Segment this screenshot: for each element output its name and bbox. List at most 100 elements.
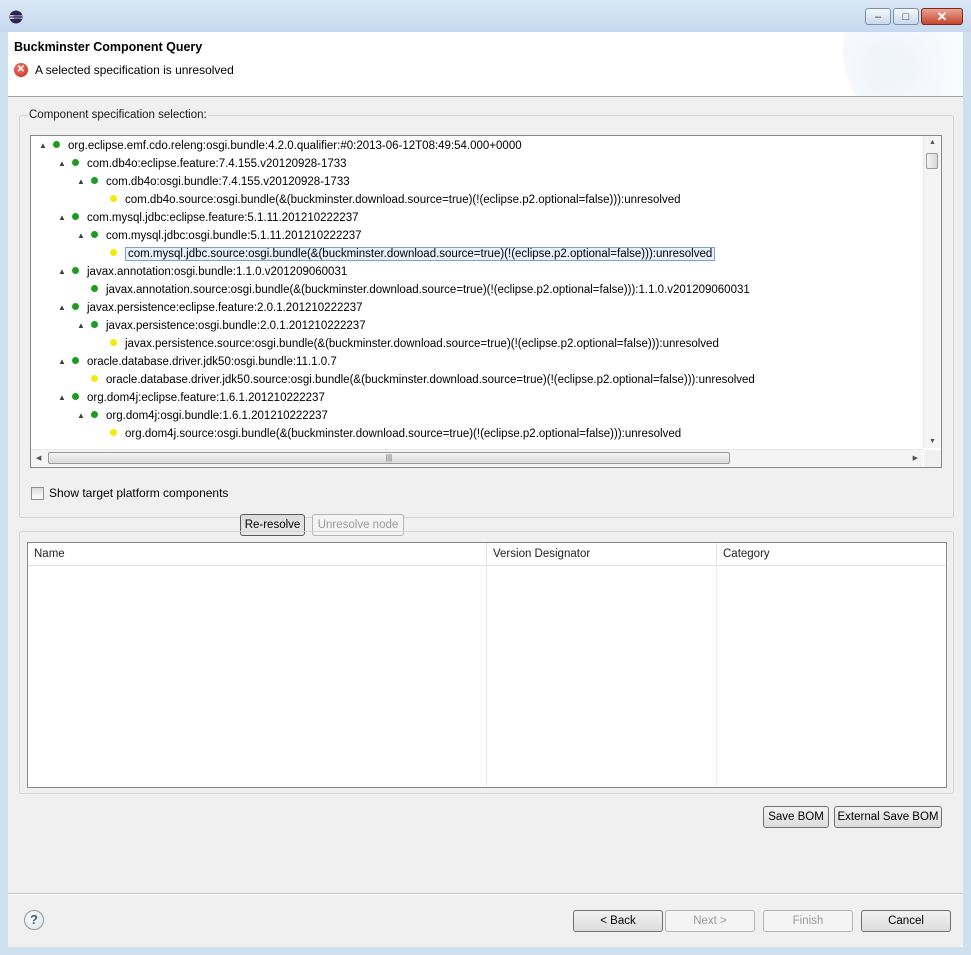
window-titlebar[interactable]: – □ ✕	[0, 0, 971, 32]
tree-node-label: com.mysql.jdbc:eclipse.feature:5.1.11.20…	[87, 212, 359, 224]
unresolved-status-icon	[110, 249, 117, 257]
expand-toggle-icon[interactable]: ▲	[58, 299, 68, 317]
expand-toggle-icon[interactable]: ▲	[58, 353, 68, 371]
resolved-status-icon	[72, 393, 79, 401]
tree-vertical-scrollbar[interactable]: ▲ ▼	[923, 136, 941, 448]
error-icon: ✕	[14, 63, 28, 77]
close-window-button[interactable]: ✕	[921, 8, 963, 25]
scrollbar-corner	[924, 450, 941, 467]
tree-vertical-scroll-thumb[interactable]	[926, 153, 938, 169]
scroll-up-icon[interactable]: ▲	[929, 139, 936, 146]
tree-node[interactable]: org.dom4j.source:osgi.bundle(&(buckminst…	[96, 425, 681, 443]
tree-node[interactable]: ▲ org.eclipse.emf.cdo.releng:osgi.bundle:…	[39, 137, 522, 155]
expand-toggle-icon[interactable]: ▲	[58, 263, 68, 281]
maximize-button[interactable]: □	[893, 8, 919, 25]
expand-toggle-icon[interactable]: ▲	[58, 155, 68, 173]
scroll-down-icon[interactable]: ▼	[929, 438, 936, 445]
unresolved-status-icon	[110, 339, 117, 347]
tree-node-label: oracle.database.driver.jdk50.source:osgi…	[106, 374, 755, 386]
expand-toggle-icon[interactable]: ▲	[39, 137, 49, 155]
expand-toggle-icon[interactable]: ▲	[58, 389, 68, 407]
tree-node[interactable]: ▲ com.mysql.jdbc:eclipse.feature:5.1.11.2…	[58, 209, 359, 227]
tree-node-label: com.mysql.jdbc:osgi.bundle:5.1.11.201210…	[106, 230, 362, 242]
help-icon[interactable]: ?	[24, 910, 44, 930]
tree-node[interactable]: javax.annotation.source:osgi.bundle(&(bu…	[77, 281, 750, 299]
expand-toggle-icon[interactable]: ▲	[77, 317, 87, 335]
back-button[interactable]: < Back	[573, 910, 663, 932]
resolved-status-icon	[72, 357, 79, 365]
next-button[interactable]: Next >	[665, 910, 755, 932]
component-tree[interactable]: ▲ org.eclipse.emf.cdo.releng:osgi.bundle:…	[30, 135, 942, 468]
tree-node[interactable]: ▲ com.db4o:eclipse.feature:7.4.155.v20120…	[58, 155, 347, 173]
bom-table[interactable]: Name Version Designator Category	[27, 542, 947, 788]
component-spec-group: Component specification selection: ▲ org.…	[19, 109, 954, 536]
resolved-status-icon	[72, 159, 79, 167]
bom-group: Name Version Designator Category	[19, 531, 954, 794]
tree-horizontal-scrollbar[interactable]: ◀ ||| ▶	[31, 449, 923, 467]
error-message: ✕ A selected specification is unresolved	[14, 63, 234, 77]
minimize-icon: –	[874, 10, 882, 23]
scroll-left-icon[interactable]: ◀	[36, 454, 41, 462]
footer-separator	[8, 893, 963, 895]
tree-node-label: com.db4o:osgi.bundle:7.4.155.v20120928-1…	[106, 176, 350, 188]
bom-table-header: Name Version Designator Category	[28, 543, 946, 566]
tree-node[interactable]: ▲ com.db4o:osgi.bundle:7.4.155.v20120928-…	[77, 173, 350, 191]
resolved-status-icon	[91, 177, 98, 185]
tree-node-label: javax.annotation.source:osgi.bundle(&(bu…	[106, 284, 750, 296]
tree-node[interactable]: oracle.database.driver.jdk50.source:osgi…	[77, 371, 755, 389]
expand-toggle-icon[interactable]: ▲	[58, 209, 68, 227]
resolved-status-icon	[72, 267, 79, 275]
resolved-status-icon	[91, 321, 98, 329]
tree-node-label: com.db4o.source:osgi.bundle(&(buckminste…	[125, 194, 681, 206]
resolved-status-icon	[72, 213, 79, 221]
column-header-version-designator[interactable]: Version Designator	[487, 543, 717, 565]
scroll-right-icon[interactable]: ▶	[913, 454, 918, 462]
resolved-status-icon	[72, 303, 79, 311]
tree-node-label: org.dom4j.source:osgi.bundle(&(buckminst…	[125, 428, 682, 440]
tree-node-label: org.eclipse.emf.cdo.releng:osgi.bundle:4…	[68, 140, 522, 152]
close-icon: ✕	[936, 8, 948, 24]
wizard-title: Buckminster Component Query	[14, 40, 203, 54]
cancel-button[interactable]: Cancel	[861, 910, 951, 932]
resolved-status-icon	[91, 411, 98, 419]
tree-node[interactable]: ▲ org.dom4j:eclipse.feature:1.6.1.2012102…	[58, 389, 325, 407]
save-bom-button[interactable]: Save BOM	[763, 806, 829, 828]
unresolved-status-icon	[110, 195, 117, 203]
tree-node[interactable]: com.mysql.jdbc.source:osgi.bundle(&(buck…	[96, 245, 716, 263]
expand-toggle-icon[interactable]: ▲	[77, 173, 87, 191]
tree-node[interactable]: ▲ com.mysql.jdbc:osgi.bundle:5.1.11.20121…	[77, 227, 362, 245]
column-header-category[interactable]: Category	[717, 543, 946, 565]
expand-toggle-icon[interactable]: ▲	[77, 407, 87, 425]
maximize-icon: □	[902, 10, 910, 23]
tree-node[interactable]: ▲ org.dom4j:osgi.bundle:1.6.1.20121022223…	[77, 407, 328, 425]
tree-node[interactable]: com.db4o.source:osgi.bundle(&(buckminste…	[96, 191, 681, 209]
minimize-button[interactable]: –	[865, 8, 891, 25]
external-save-bom-button[interactable]: External Save BOM	[834, 806, 942, 828]
tree-node-label: oracle.database.driver.jdk50:osgi.bundle…	[87, 356, 337, 368]
tree-node[interactable]: ▲ javax.annotation:osgi.bundle:1.1.0.v201…	[58, 263, 347, 281]
column-divider	[486, 565, 487, 787]
eclipse-app-icon	[9, 10, 23, 24]
tree-node-label: javax.annotation:osgi.bundle:1.1.0.v2012…	[87, 266, 348, 278]
show-target-platform-checkbox[interactable]	[31, 486, 44, 500]
finish-button[interactable]: Finish	[763, 910, 853, 932]
dialog-client-area: Buckminster Component Query ✕ A selected…	[8, 32, 963, 947]
column-header-name[interactable]: Name	[28, 543, 487, 565]
tree-node[interactable]: ▲ javax.persistence:osgi.bundle:2.0.1.201…	[77, 317, 366, 335]
tree-horizontal-scroll-thumb[interactable]: |||	[48, 452, 730, 464]
tree-node-label: javax.persistence:eclipse.feature:2.0.1.…	[87, 302, 363, 314]
tree-node-label: javax.persistence:osgi.bundle:2.0.1.2012…	[106, 320, 366, 332]
unresolved-status-icon	[110, 429, 117, 437]
wizard-header: Buckminster Component Query ✕ A selected…	[8, 32, 963, 97]
resolved-status-icon	[53, 141, 60, 149]
column-divider	[716, 565, 717, 787]
expand-toggle-icon[interactable]: ▲	[77, 227, 87, 245]
tree-node[interactable]: javax.persistence.source:osgi.bundle(&(b…	[96, 335, 719, 353]
tree-node-label: org.dom4j:osgi.bundle:1.6.1.201210222237	[106, 410, 328, 422]
show-target-platform-option[interactable]: Show target platform components	[31, 486, 228, 500]
show-target-platform-label: Show target platform components	[49, 486, 229, 500]
resolved-status-icon	[91, 285, 98, 293]
tree-node[interactable]: ▲ oracle.database.driver.jdk50:osgi.bundl…	[58, 353, 337, 371]
tree-rows: ▲ org.eclipse.emf.cdo.releng:osgi.bundle:…	[31, 136, 923, 448]
tree-node[interactable]: ▲ javax.persistence:eclipse.feature:2.0.1…	[58, 299, 363, 317]
